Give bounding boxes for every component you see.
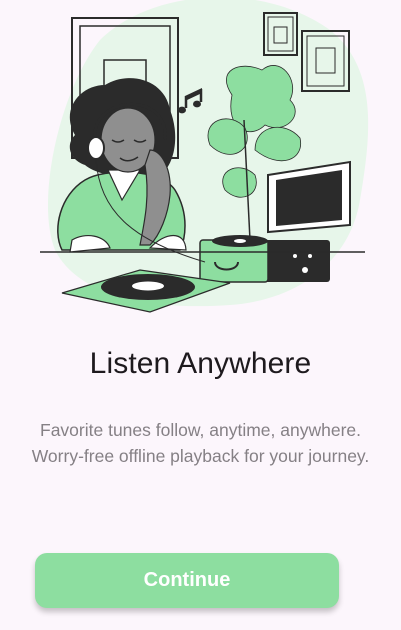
onboarding-screen: Listen Anywhere Favorite tunes follow, a…	[0, 0, 401, 630]
page-subtitle: Favorite tunes follow, anytime, anywhere…	[0, 417, 401, 469]
listening-illustration	[40, 0, 369, 313]
page-title: Listen Anywhere	[89, 347, 312, 380]
subtitle-line-1: Favorite tunes follow, anytime, anywhere…	[40, 420, 361, 440]
subtitle-line-2: Worry-free offline playback for your jou…	[31, 446, 370, 466]
continue-button[interactable]: Continue	[35, 553, 339, 608]
continue-button-label: Continue	[143, 569, 231, 591]
